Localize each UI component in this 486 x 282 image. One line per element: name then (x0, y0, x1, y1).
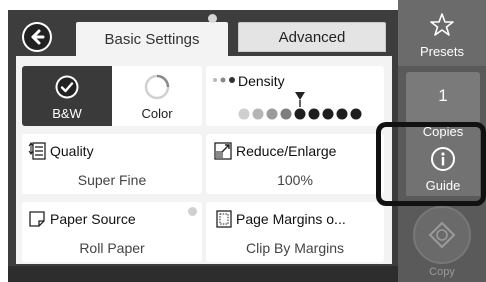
page-margins-value: Clip By Margins (245, 240, 345, 256)
tab-indicator-dot (208, 14, 217, 23)
tab-advanced-label: Advanced (278, 28, 346, 46)
density-level-dot[interactable] (322, 108, 334, 120)
page-margins-card[interactable]: Page Margins o... Clip By Margins (206, 202, 384, 262)
highlight-frame (376, 122, 486, 206)
tab-advanced[interactable]: Advanced (238, 22, 386, 52)
color-option[interactable]: Color (112, 66, 202, 126)
paper-source-title: Paper Source (50, 211, 136, 227)
copies-button[interactable]: 1 (406, 72, 480, 124)
reduce-enlarge-card[interactable]: Reduce/Enlarge 100% (206, 134, 384, 194)
color-label: Color (141, 106, 173, 121)
density-dots-icon (213, 77, 235, 83)
density-level-dot[interactable] (294, 108, 306, 120)
density-level-dot[interactable] (336, 108, 348, 120)
density-level-dot[interactable] (252, 108, 264, 120)
presets-button[interactable]: Presets (398, 0, 486, 66)
quality-title: Quality (50, 143, 94, 159)
reduce-enlarge-value: 100% (277, 172, 313, 188)
density-level-dot[interactable] (308, 108, 320, 120)
paper-source-value: Roll Paper (79, 240, 145, 256)
paper-source-card[interactable]: Paper Source Roll Paper (22, 202, 202, 262)
density-pointer-icon (295, 92, 305, 100)
bottom-strip (8, 266, 398, 282)
reduce-enlarge-icon (214, 142, 232, 160)
start-diamond-icon (428, 221, 456, 249)
copies-value: 1 (438, 86, 448, 105)
copy-label: Copy (429, 266, 455, 278)
paper-source-icon (29, 211, 45, 227)
bw-option[interactable]: B&W (22, 66, 112, 126)
copy-start-button[interactable] (413, 206, 471, 264)
density-level-dot[interactable] (350, 108, 362, 120)
color-ring-icon (144, 74, 170, 100)
checkmark-icon (55, 75, 79, 99)
paper-source-indicator-dot (188, 207, 197, 216)
tab-basic-settings-label: Basic Settings (104, 30, 200, 48)
page-margins-title: Page Margins o... (236, 211, 346, 227)
density-title: Density (238, 73, 285, 89)
quality-value: Super Fine (77, 172, 147, 188)
density-level-dot[interactable] (280, 108, 292, 120)
back-arrow-icon (24, 24, 50, 50)
star-icon (430, 13, 454, 36)
back-button[interactable] (22, 22, 52, 52)
printer-control-screen: Basic Settings Advanced B&W Color Densit… (0, 0, 486, 282)
quality-icon (28, 142, 46, 160)
density-level-dot[interactable] (238, 108, 250, 120)
presets-label: Presets (419, 44, 465, 59)
tab-basic-settings[interactable]: Basic Settings (76, 22, 228, 56)
bw-label: B&W (52, 106, 82, 121)
quality-card[interactable]: Quality Super Fine (22, 134, 202, 194)
density-card[interactable]: Density (206, 66, 384, 126)
density-scale[interactable] (234, 88, 364, 122)
reduce-enlarge-title: Reduce/Enlarge (236, 143, 337, 159)
page-margins-icon (216, 210, 232, 228)
density-level-dot[interactable] (266, 108, 278, 120)
